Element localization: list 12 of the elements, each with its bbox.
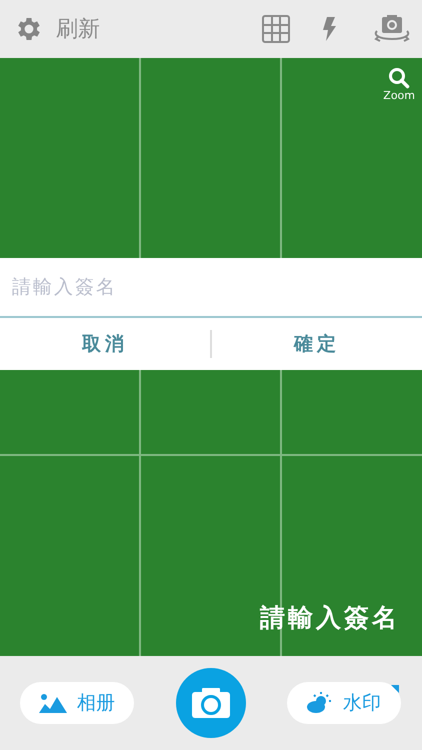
zoom-label[interactable]: Zoom	[383, 89, 415, 102]
image-icon	[39, 693, 67, 713]
watermark-text: 請輸入簽名	[260, 602, 400, 634]
watermark-button[interactable]: 水印	[287, 682, 401, 724]
weather-icon	[307, 692, 333, 714]
corner-mark-icon	[391, 685, 399, 693]
camera-icon	[192, 688, 230, 718]
flash-icon[interactable]	[322, 17, 336, 41]
search-icon[interactable]	[388, 67, 410, 89]
album-button[interactable]: 相册	[20, 682, 134, 724]
camera-switch-icon[interactable]	[372, 14, 412, 44]
grid-icon[interactable]	[262, 15, 290, 43]
